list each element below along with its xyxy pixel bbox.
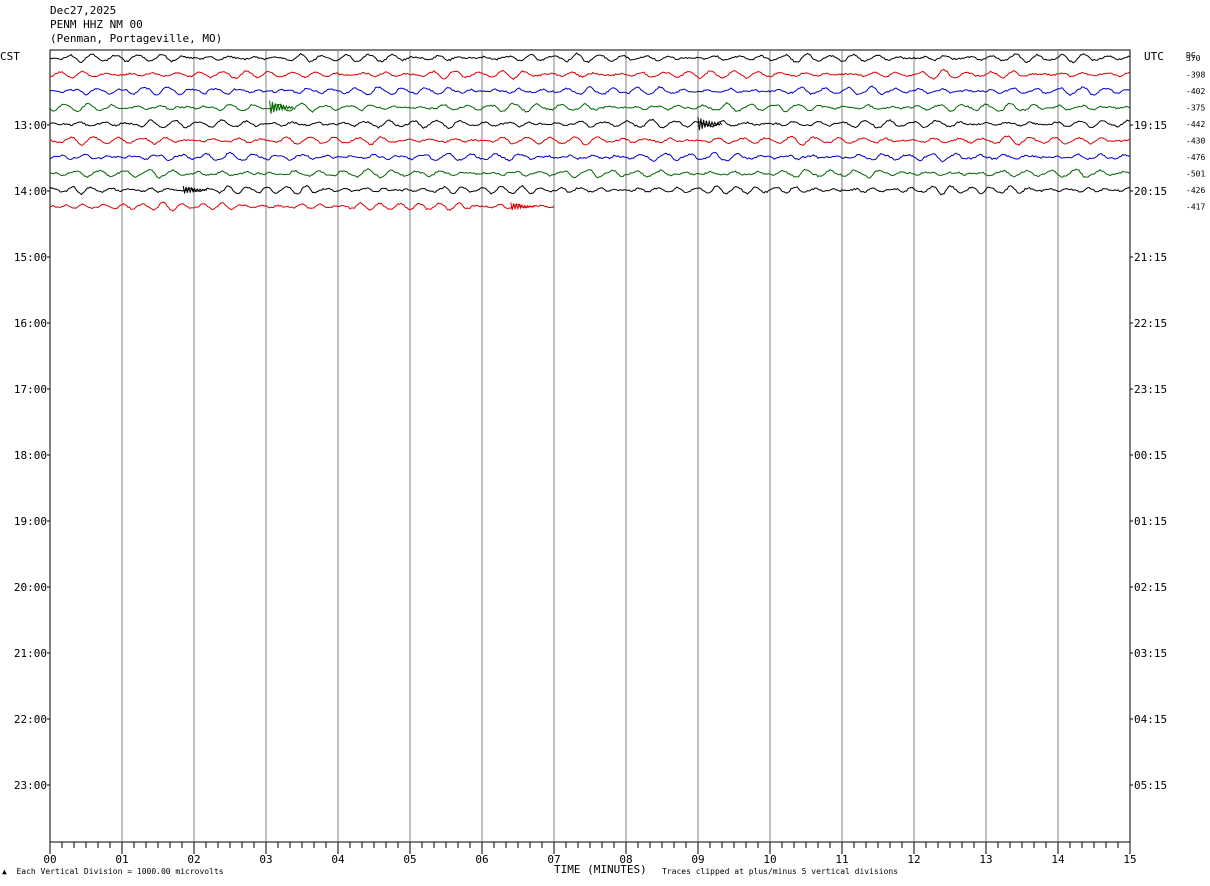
seismic-trace [49,184,1131,196]
x-tick-label: 14 [1051,853,1065,866]
local-hour-label: 13:00 [14,119,47,132]
seismic-trace [49,52,1131,64]
x-tick-label: 09 [691,853,704,866]
x-tick-label: 13 [979,853,992,866]
dc-offset-label: -402 [1186,87,1205,96]
utc-hour-label: 04:15 [1134,713,1167,726]
utc-hour-label: 21:15 [1134,251,1167,264]
dc-offset-label: -417 [1186,203,1205,212]
x-tick-label: 11 [835,853,848,866]
dc-offset-label: -430 [1186,137,1205,146]
utc-hour-label: 20:15 [1134,185,1167,198]
scale-note: ▲ Each Vertical Division = 1000.00 micro… [2,867,224,876]
seismic-event [697,116,723,131]
seismic-event [269,100,294,114]
clip-note: Traces clipped at plus/minus 5 vertical … [662,867,899,876]
x-tick-label: 03 [259,853,272,866]
seismic-trace [49,168,1131,179]
local-hour-label: 19:00 [14,515,47,528]
x-tick-label: 15 [1123,853,1136,866]
seismic-trace [49,85,1131,97]
utc-hour-label: 03:15 [1134,647,1167,660]
x-tick-label: 10 [763,853,776,866]
dc-offset-label: -375 [1186,104,1205,113]
utc-hour-label: 22:15 [1134,317,1167,330]
utc-hour-label: 00:15 [1134,449,1167,462]
seismic-trace [49,201,555,212]
scale-mark-icon: ▲ [2,867,7,876]
utc-hour-label: 01:15 [1134,515,1167,528]
utc-hour-label: 05:15 [1134,779,1167,792]
seismic-event [182,185,208,194]
utc-hour-label: 19:15 [1134,119,1167,132]
dc-offset-label: -442 [1186,120,1205,129]
seismic-trace [49,69,1131,81]
seismic-trace [49,101,1131,113]
local-hour-label: 14:00 [14,185,47,198]
local-hour-label: 16:00 [14,317,47,330]
local-hour-label: 15:00 [14,251,47,264]
x-tick-label: 04 [331,853,345,866]
dc-offset-label: -501 [1186,170,1205,179]
local-hour-label: 18:00 [14,449,47,462]
seismic-trace [49,118,1131,130]
x-tick-label: 02 [187,853,200,866]
local-hour-label: 17:00 [14,383,47,396]
seismic-trace [49,135,1131,147]
x-tick-label: 01 [115,853,128,866]
dc-offset-label: -426 [1186,186,1205,195]
local-hour-label: 20:00 [14,581,47,594]
utc-hour-label: 23:15 [1134,383,1167,396]
plot-frame [49,49,1131,843]
helicorder-plot: 00 01 02 03 04 05 06 07 08 09 10 11 12 13 14 1513:0014:… [14,49,1205,866]
seismic-event [510,202,535,211]
x-tick-label: 05 [403,853,416,866]
x-tick-label: 12 [907,853,920,866]
local-hour-label: 22:00 [14,713,47,726]
x-tick-label: 06 [475,853,488,866]
dc-offset-label: 370 [1186,54,1201,63]
scale-note-text: Each Vertical Division = 1000.00 microvo… [16,867,224,876]
x-tick-label: 00 [43,853,56,866]
utc-hour-label: 02:15 [1134,581,1167,594]
seismic-trace [49,151,1131,163]
local-hour-label: 23:00 [14,779,47,792]
dc-offset-label: -476 [1186,153,1205,162]
local-hour-label: 21:00 [14,647,47,660]
dc-offset-label: -398 [1186,71,1205,80]
x-axis-title: TIME (MINUTES) [554,863,647,876]
